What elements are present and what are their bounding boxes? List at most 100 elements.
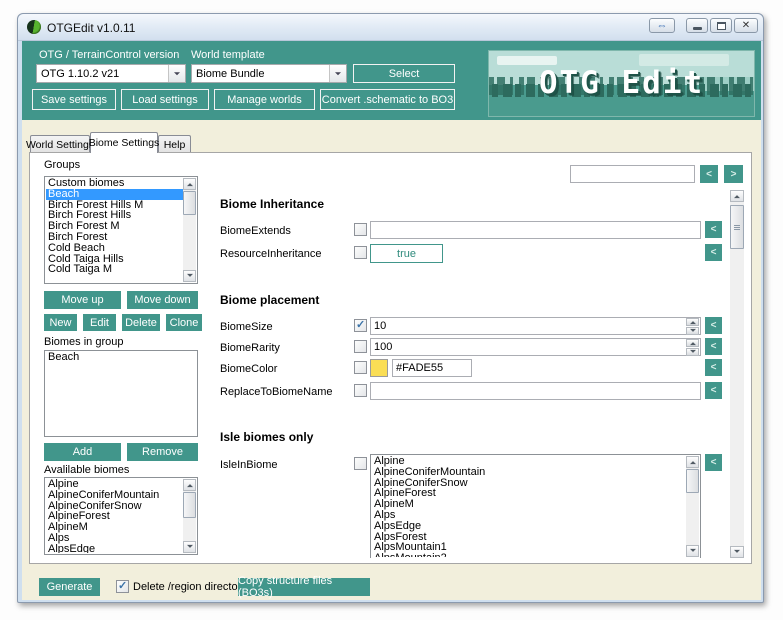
- biome-extends-revert-button[interactable]: <: [705, 221, 722, 238]
- list-item[interactable]: Cold Taiga Hills: [46, 254, 183, 265]
- scroll-down-icon[interactable]: [183, 541, 196, 553]
- biome-color-checkbox[interactable]: ✓: [354, 361, 367, 374]
- tab-biome-settings[interactable]: Biome Settings: [89, 132, 159, 153]
- list-item[interactable]: Birch Forest M: [46, 221, 183, 232]
- maximize-button[interactable]: [710, 18, 732, 33]
- list-item[interactable]: AlpineForest: [46, 511, 183, 522]
- resource-inheritance-revert-button[interactable]: <: [705, 244, 722, 261]
- remove-button[interactable]: Remove: [127, 443, 198, 461]
- tab-help[interactable]: Help: [158, 135, 191, 153]
- list-item[interactable]: AlpsEdge: [372, 521, 686, 532]
- list-item[interactable]: AlpsMountain1: [372, 542, 686, 553]
- list-item[interactable]: AlpsForest: [372, 532, 686, 543]
- groups-listbox[interactable]: Custom biomes Beach Birch Forest Hills M Bi…: [44, 176, 198, 284]
- save-settings-button[interactable]: Save settings: [32, 89, 116, 110]
- scroll-down-icon[interactable]: [686, 545, 699, 557]
- spin-up-icon[interactable]: [686, 318, 699, 326]
- biomes-in-group-listbox[interactable]: Beach: [44, 350, 198, 437]
- template-combobox[interactable]: Biome Bundle: [191, 64, 347, 83]
- load-settings-button[interactable]: Load settings: [121, 89, 209, 110]
- delete-button[interactable]: Delete: [122, 314, 160, 331]
- move-down-button[interactable]: Move down: [127, 291, 198, 309]
- scrollbar[interactable]: [183, 178, 196, 282]
- list-item[interactable]: Cold Beach: [46, 243, 183, 254]
- biome-color-revert-button[interactable]: <: [705, 359, 722, 376]
- list-item[interactable]: AlpineM: [46, 522, 183, 533]
- list-item[interactable]: Birch Forest Hills M: [46, 200, 183, 211]
- scrollbar-thumb[interactable]: [686, 469, 699, 493]
- nav-arrows-button[interactable]: ⇔: [649, 18, 675, 33]
- scrollbar-thumb[interactable]: [730, 205, 744, 249]
- spin-down-icon[interactable]: [686, 348, 699, 356]
- list-item[interactable]: AlpsEdge: [46, 544, 183, 553]
- chevron-down-icon[interactable]: [329, 65, 346, 82]
- list-item[interactable]: Alpine: [372, 456, 686, 467]
- scroll-up-icon[interactable]: [686, 456, 699, 468]
- isle-in-biome-checkbox[interactable]: ✓: [354, 457, 367, 470]
- scrollbar[interactable]: [183, 479, 196, 553]
- biome-extends-input[interactable]: [370, 221, 701, 239]
- settings-scrollbar[interactable]: [730, 190, 744, 558]
- list-item[interactable]: AlpineConiferMountain: [46, 490, 183, 501]
- close-button[interactable]: ✕: [734, 18, 758, 33]
- list-item[interactable]: Alpine: [46, 479, 183, 490]
- select-button[interactable]: Select: [353, 64, 455, 83]
- biome-size-input[interactable]: [370, 317, 701, 335]
- available-biomes-listbox[interactable]: Alpine AlpineConiferMountain AlpineConifer…: [44, 477, 198, 555]
- search-prev-button[interactable]: <: [700, 165, 718, 183]
- new-button[interactable]: New: [44, 314, 77, 331]
- spin-down-icon[interactable]: [686, 327, 699, 335]
- copy-structure-files-button[interactable]: Copy structure files (BO3s): [238, 575, 370, 599]
- list-item[interactable]: Alps: [372, 510, 686, 521]
- biome-size-revert-button[interactable]: <: [705, 317, 722, 334]
- list-item[interactable]: Birch Forest: [46, 232, 183, 243]
- list-item[interactable]: Alps: [46, 533, 183, 544]
- version-combobox[interactable]: OTG 1.10.2 v21: [36, 64, 186, 83]
- scrollbar[interactable]: [686, 456, 699, 557]
- scroll-up-icon[interactable]: [183, 178, 196, 190]
- replace-to-biome-revert-button[interactable]: <: [705, 382, 722, 399]
- replace-to-biome-checkbox[interactable]: ✓: [354, 384, 367, 397]
- add-button[interactable]: Add: [44, 443, 121, 461]
- minimize-button[interactable]: [686, 18, 708, 33]
- biome-rarity-revert-button[interactable]: <: [705, 338, 722, 355]
- replace-to-biome-input[interactable]: [370, 382, 701, 400]
- list-item[interactable]: AlpineConiferSnow: [372, 478, 686, 489]
- resource-inheritance-toggle[interactable]: true: [370, 244, 443, 263]
- resource-inheritance-checkbox[interactable]: ✓: [354, 246, 367, 259]
- titlebar[interactable]: OTGEdit v1.0.11 ⇔ ✕: [18, 14, 763, 41]
- spin-up-icon[interactable]: [686, 339, 699, 347]
- biome-extends-checkbox[interactable]: ✓: [354, 223, 367, 236]
- biome-size-checkbox[interactable]: ✓: [354, 319, 367, 332]
- move-up-button[interactable]: Move up: [44, 291, 121, 309]
- tab-world-settings[interactable]: World Settings: [26, 135, 94, 153]
- convert-schematic-button[interactable]: Convert .schematic to BO3: [320, 89, 455, 110]
- scroll-up-icon[interactable]: [183, 479, 196, 491]
- list-item[interactable]: AlpineConiferMountain: [372, 467, 686, 478]
- biome-rarity-checkbox[interactable]: ✓: [354, 340, 367, 353]
- search-input[interactable]: [570, 165, 695, 183]
- list-item[interactable]: AlpineConiferSnow: [46, 501, 183, 512]
- manage-worlds-button[interactable]: Manage worlds: [214, 89, 315, 110]
- list-item[interactable]: Custom biomes: [46, 178, 183, 189]
- list-item[interactable]: Beach: [46, 188, 183, 200]
- biome-rarity-input[interactable]: [370, 338, 701, 356]
- list-item[interactable]: Cold Taiga M: [46, 264, 183, 275]
- biome-rarity-spinner[interactable]: [686, 339, 699, 356]
- scrollbar-thumb[interactable]: [183, 492, 196, 518]
- chevron-down-icon[interactable]: [168, 65, 185, 82]
- search-next-button[interactable]: >: [724, 165, 743, 183]
- list-item[interactable]: Beach: [46, 352, 196, 363]
- isle-in-biome-revert-button[interactable]: <: [705, 454, 722, 471]
- isle-in-biome-listbox[interactable]: Alpine AlpineConiferMountain AlpineConifer…: [370, 454, 701, 558]
- scroll-up-icon[interactable]: [730, 190, 744, 202]
- generate-button[interactable]: Generate: [39, 578, 100, 596]
- scrollbar-thumb[interactable]: [183, 191, 196, 215]
- list-item[interactable]: AlpineM: [372, 499, 686, 510]
- edit-button[interactable]: Edit: [83, 314, 116, 331]
- delete-region-checkbox[interactable]: ✓: [116, 580, 129, 593]
- biome-size-spinner[interactable]: [686, 318, 699, 335]
- scroll-down-icon[interactable]: [730, 546, 744, 558]
- list-item[interactable]: AlpsMountain2: [372, 553, 686, 557]
- clone-button[interactable]: Clone: [166, 314, 202, 331]
